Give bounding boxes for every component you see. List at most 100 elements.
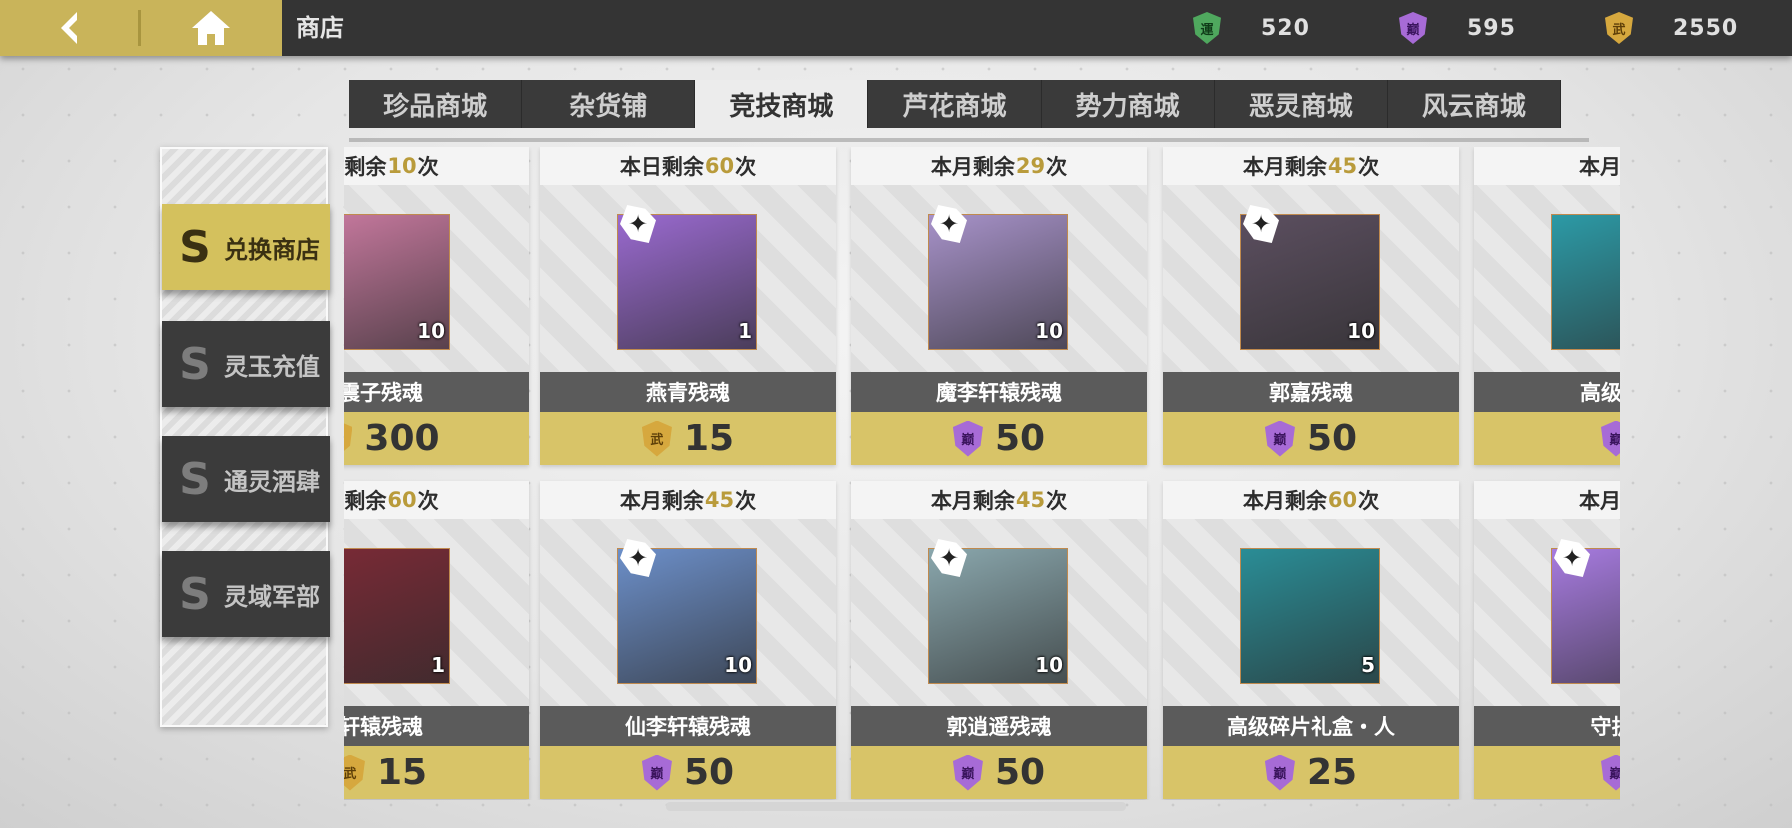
horizontal-scrollbar[interactable] — [666, 802, 1126, 811]
limit-count: 60 — [704, 154, 735, 178]
currency-value: 2550 — [1673, 15, 1739, 41]
limit-count: 45 — [704, 488, 735, 512]
item-name: 郭逍遥残魂 — [851, 706, 1147, 746]
dian-token-icon: 巅 — [641, 754, 672, 791]
currency-dian[interactable]: 巅 595 — [1399, 0, 1516, 56]
limit-count: 45 — [1015, 488, 1046, 512]
purchase-limit: 本月剩余 60 次 — [1163, 481, 1459, 519]
tab-shili[interactable]: 势力商城 — [1042, 80, 1215, 128]
sidebar-item-army[interactable]: S 灵域军部 — [162, 551, 330, 637]
dian-token-icon: 巅 — [1264, 420, 1295, 457]
purchase-limit: 本月剩余 29 次 — [851, 147, 1147, 185]
buy-button[interactable]: 武 15 — [540, 412, 836, 465]
limit-suffix: 次 — [735, 489, 757, 513]
limit-count: 45 — [1327, 154, 1358, 178]
shop-tabs: 珍品商城 杂货铺 竞技商城 芦花商城 势力商城 恶灵商城 风云商城 — [349, 80, 1561, 138]
item-quantity: 10 — [1035, 653, 1063, 677]
limit-prefix: 本月剩余 — [1242, 489, 1327, 513]
purchase-limit: 本月剩余 45 次 — [540, 481, 836, 519]
shop-item-card[interactable]: 本月剩余高级碎片巅 — [1474, 147, 1620, 465]
item-quantity: 10 — [417, 319, 445, 343]
dian-token-icon: 巅 — [1399, 12, 1427, 44]
buy-button[interactable]: 巅 — [1474, 746, 1620, 799]
sidebar-item-tavern[interactable]: S 通灵酒肆 — [162, 436, 330, 522]
buy-button[interactable]: 巅 25 — [1163, 746, 1459, 799]
item-portrait — [1240, 548, 1380, 684]
dian-token-icon: 巅 — [1601, 420, 1620, 457]
shop-item-card[interactable]: 本月剩余 45 次 ✦ 10 郭嘉残魂巅 50 — [1163, 147, 1459, 465]
buy-button[interactable]: 武 15 — [344, 746, 529, 799]
item-name: 郭嘉残魂 — [1163, 372, 1459, 412]
dian-token-icon: 巅 — [952, 754, 983, 791]
item-name: 仙李轩辕残魂 — [540, 706, 836, 746]
currency-value: 595 — [1467, 15, 1516, 41]
shop-item-card[interactable]: 本月剩余✦守护灵巅 — [1474, 481, 1620, 799]
buy-button[interactable]: 巅 50 — [540, 746, 836, 799]
item-price: 50 — [994, 752, 1046, 793]
divider — [138, 10, 141, 46]
top-bar: 商店 運 520 巅 595 武 2550 — [0, 0, 1792, 56]
sidebar-item-recharge[interactable]: S 灵玉充值 — [162, 321, 330, 407]
shop-logo-icon: S — [179, 568, 211, 620]
limit-suffix: 次 — [417, 489, 439, 513]
limit-suffix: 次 — [735, 155, 757, 179]
item-quantity: 10 — [724, 653, 752, 677]
limit-prefix: 月剩余 — [344, 155, 387, 179]
purchase-limit: 本月剩余 45 次 — [851, 481, 1147, 519]
sidebar: S 兑换商店 S 灵玉充值 S 通灵酒肆 S 灵域军部 — [160, 147, 330, 727]
purchase-limit: 本月剩余 45 次 — [1163, 147, 1459, 185]
item-price: 50 — [683, 752, 735, 793]
limit-suffix: 次 — [1358, 489, 1380, 513]
shop-logo-icon: S — [179, 453, 211, 505]
wu-token-icon: 武 — [1605, 12, 1633, 44]
shop-item-card[interactable]: 月剩余60次 1 轩辕残魂武 15 — [344, 481, 529, 799]
shop-item-card[interactable]: 本月剩余 45 次 ✦ 10 仙李轩辕残魂巅 50 — [540, 481, 836, 799]
item-name: 燕青残魂 — [540, 372, 836, 412]
buy-button[interactable]: 巅 50 — [1163, 412, 1459, 465]
shop-logo-icon: S — [179, 221, 211, 273]
tab-jingji[interactable]: 竞技商城 — [695, 80, 869, 138]
item-quantity: 10 — [1347, 319, 1375, 343]
item-price: 25 — [1306, 752, 1358, 793]
wu-token-icon: 武 — [641, 420, 672, 457]
shop-item-card[interactable]: 本月剩余 60 次 5 高级碎片礼盒・人巅 25 — [1163, 481, 1459, 799]
limit-suffix: 次 — [1046, 155, 1068, 179]
shop-item-card[interactable]: 月剩余10次10震子残魂武300 — [344, 147, 529, 465]
limit-count: 60 — [387, 488, 417, 512]
dian-token-icon: 巅 — [1601, 754, 1620, 791]
item-name: 轩辕残魂 — [344, 706, 529, 746]
limit-count: 29 — [1015, 154, 1046, 178]
limit-prefix: 本月剩余 — [1579, 489, 1620, 513]
currency-wu[interactable]: 武 2550 — [1605, 0, 1738, 56]
tab-eling[interactable]: 恶灵商城 — [1215, 80, 1388, 128]
item-price: 15 — [683, 418, 735, 459]
limit-prefix: 本月剩余 — [930, 155, 1015, 179]
tab-zhenpin[interactable]: 珍品商城 — [349, 80, 523, 128]
buy-button[interactable]: 巅 50 — [851, 412, 1147, 465]
sidebar-item-label: 兑换商店 — [224, 235, 320, 264]
limit-count: 10 — [387, 154, 417, 178]
wu-token-icon: 武 — [344, 754, 365, 791]
yun-token-icon: 運 — [1193, 12, 1221, 44]
shop-item-card[interactable]: 本日剩余 60 次 ✦ 1 燕青残魂武 15 — [540, 147, 836, 465]
buy-button[interactable]: 武 300 — [344, 412, 529, 465]
item-price: 300 — [364, 418, 440, 459]
item-name: 守护灵 — [1474, 706, 1620, 746]
home-button[interactable] — [140, 0, 282, 56]
dian-token-icon: 巅 — [1264, 754, 1295, 791]
tab-fengyun[interactable]: 风云商城 — [1388, 80, 1561, 128]
item-quantity: 1 — [431, 653, 445, 677]
shop-item-card[interactable]: 本月剩余 29 次 ✦ 10 魔李轩辕残魂巅 50 — [851, 147, 1147, 465]
limit-prefix: 月剩余 — [344, 489, 387, 513]
currency-yun[interactable]: 運 520 — [1193, 0, 1310, 56]
sidebar-item-exchange[interactable]: S 兑换商店 — [162, 204, 330, 290]
buy-button[interactable]: 巅 50 — [851, 746, 1147, 799]
tab-luhua[interactable]: 芦花商城 — [868, 80, 1042, 128]
shop-item-card[interactable]: 本月剩余 45 次 ✦ 10 郭逍遥残魂巅 50 — [851, 481, 1147, 799]
tab-zahuopu[interactable]: 杂货铺 — [522, 80, 696, 128]
purchase-limit: 月剩余10次 — [344, 147, 529, 185]
limit-prefix: 本月剩余 — [930, 489, 1015, 513]
buy-button[interactable]: 巅 — [1474, 412, 1620, 465]
item-name: 高级碎片礼盒・人 — [1163, 706, 1459, 746]
back-button[interactable] — [0, 0, 140, 56]
